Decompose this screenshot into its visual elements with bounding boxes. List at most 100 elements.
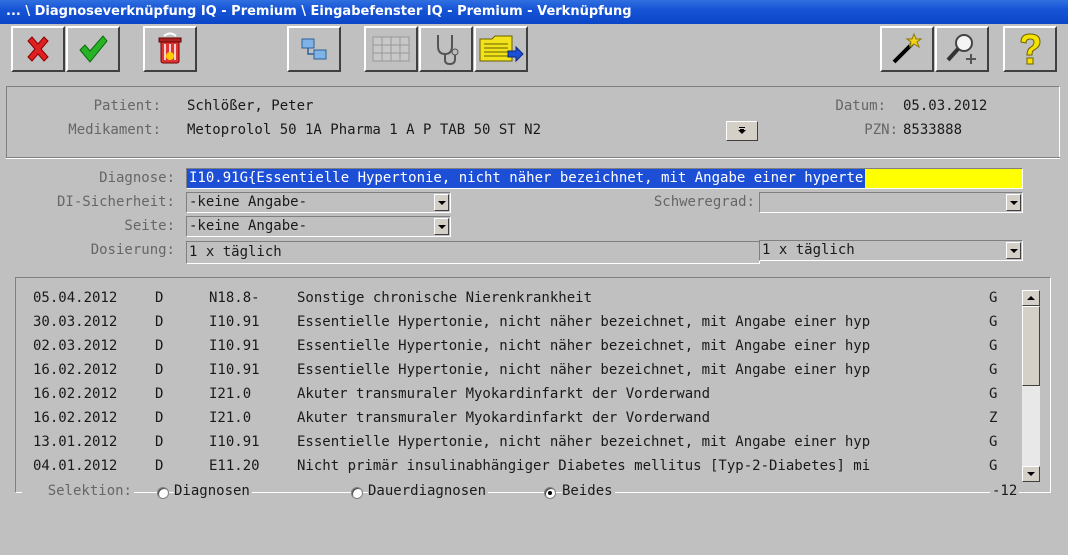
patient-label: Patient: bbox=[93, 98, 161, 114]
row-type: D bbox=[155, 362, 164, 378]
schweregrad-label: Schweregrad: bbox=[653, 194, 755, 210]
pzn-value: 8533888 bbox=[903, 122, 963, 138]
row-type: D bbox=[155, 290, 164, 306]
seite-label: Seite: bbox=[124, 218, 175, 234]
link-button[interactable] bbox=[287, 26, 341, 72]
diagnose-text: I10.91G{Essentielle Hypertonie, nicht nä… bbox=[187, 169, 866, 188]
chevron-down-icon bbox=[437, 200, 446, 205]
seite-dropdown-button[interactable] bbox=[434, 218, 449, 235]
folder-arrow-icon bbox=[479, 35, 524, 63]
row-code: I10.91 bbox=[209, 338, 260, 354]
delete-button[interactable] bbox=[143, 26, 197, 72]
row-type: D bbox=[155, 338, 164, 354]
row-date: 13.01.2012 bbox=[33, 434, 118, 450]
row-flag: G bbox=[989, 458, 998, 474]
row-text: Essentielle Hypertonie, nicht näher beze… bbox=[297, 314, 871, 330]
row-text: Sonstige chronische Nierenkrankheit bbox=[297, 290, 593, 306]
dosierung-select[interactable]: 1 x täglich bbox=[759, 240, 1023, 261]
row-code: I10.91 bbox=[209, 434, 260, 450]
stethoscope-icon bbox=[437, 35, 459, 66]
radio-diagnosen[interactable] bbox=[157, 487, 169, 499]
scroll-down-button[interactable] bbox=[1022, 466, 1040, 482]
seite-value: -keine Angabe- bbox=[189, 218, 308, 234]
row-text: Nicht primär insulinabhängiger Diabetes … bbox=[297, 458, 871, 474]
window-title: ... \ Diagnoseverknüpfung IQ - Premium \… bbox=[0, 0, 1068, 24]
di-sicherheit-label: DI-Sicherheit: bbox=[56, 194, 175, 210]
radio-dauerdiagnosen-label[interactable]: Dauerdiagnosen bbox=[368, 483, 489, 499]
chevron-down-icon bbox=[1009, 200, 1018, 205]
help-button[interactable] bbox=[1003, 26, 1057, 72]
magnifier-plus-icon bbox=[946, 34, 976, 64]
green-check-icon bbox=[79, 35, 108, 63]
list-count: -12 bbox=[990, 483, 1020, 499]
row-flag: Z bbox=[989, 410, 998, 426]
row-flag: G bbox=[989, 290, 998, 306]
row-text: Essentielle Hypertonie, nicht näher beze… bbox=[297, 362, 871, 378]
di-sicherheit-dropdown-button[interactable] bbox=[434, 194, 449, 211]
row-code: I10.91 bbox=[209, 362, 260, 378]
radio-dauerdiagnosen[interactable] bbox=[351, 487, 363, 499]
cancel-button[interactable] bbox=[11, 26, 65, 72]
row-flag: G bbox=[989, 338, 998, 354]
row-flag: G bbox=[989, 386, 998, 402]
medikament-value: Metoprolol 50 1A Pharma 1 A P TAB 50 ST … bbox=[187, 122, 542, 138]
row-date: 02.03.2012 bbox=[33, 338, 118, 354]
row-text: Akuter transmuraler Myokardinfarkt der V… bbox=[297, 386, 711, 402]
row-type: D bbox=[155, 434, 164, 450]
di-sicherheit-value: -keine Angabe- bbox=[189, 194, 308, 210]
diagnose-input[interactable]: I10.91G{Essentielle Hypertonie, nicht nä… bbox=[186, 168, 1023, 189]
radio-beides[interactable] bbox=[544, 487, 556, 499]
row-text: Akuter transmuraler Myokardinfarkt der V… bbox=[297, 410, 711, 426]
radio-diagnosen-label[interactable]: Diagnosen bbox=[174, 483, 252, 499]
datum-label: Datum: bbox=[835, 98, 886, 114]
seite-select[interactable]: -keine Angabe- bbox=[186, 216, 451, 237]
row-date: 04.01.2012 bbox=[33, 458, 118, 474]
dosierung-label: Dosierung: bbox=[90, 242, 175, 258]
datum-value: 05.03.2012 bbox=[903, 98, 988, 114]
grid-button[interactable] bbox=[364, 26, 418, 72]
magic-wand-icon bbox=[892, 32, 923, 64]
stethoscope-button[interactable] bbox=[419, 26, 473, 72]
row-date: 16.02.2012 bbox=[33, 410, 118, 426]
patient-value: Schlößer, Peter bbox=[187, 98, 314, 114]
row-date: 16.02.2012 bbox=[33, 386, 118, 402]
row-type: D bbox=[155, 314, 164, 330]
dosierung-value: 1 x täglich bbox=[189, 244, 282, 260]
schweregrad-select[interactable] bbox=[759, 192, 1023, 213]
row-date: 16.02.2012 bbox=[33, 362, 118, 378]
row-code: I21.0 bbox=[209, 386, 252, 402]
schweregrad-dropdown-button[interactable] bbox=[1006, 194, 1021, 211]
scroll-thumb[interactable] bbox=[1022, 306, 1040, 386]
chevron-down-icon bbox=[437, 224, 446, 229]
row-code: E11.20 bbox=[209, 458, 260, 474]
radio-beides-label[interactable]: Beides bbox=[562, 483, 615, 499]
folder-forward-button[interactable] bbox=[474, 26, 528, 72]
row-type: D bbox=[155, 410, 164, 426]
dosierung-dropdown-button[interactable] bbox=[1006, 242, 1021, 259]
row-flag: G bbox=[989, 314, 998, 330]
selektion-label: Selektion: bbox=[22, 483, 134, 499]
pzn-label: PZN: bbox=[864, 122, 898, 138]
diagnose-label: Diagnose: bbox=[99, 170, 175, 186]
row-flag: G bbox=[989, 362, 998, 378]
toolbar bbox=[0, 24, 1068, 74]
trash-bin-icon bbox=[158, 32, 182, 64]
row-text: Essentielle Hypertonie, nicht näher beze… bbox=[297, 434, 871, 450]
medikament-download-button[interactable] bbox=[726, 121, 758, 141]
network-link-icon bbox=[301, 38, 327, 60]
scroll-up-button[interactable] bbox=[1022, 290, 1040, 306]
list-scrollbar[interactable] bbox=[1022, 290, 1040, 482]
search-button[interactable] bbox=[935, 26, 989, 72]
dosierung-input[interactable]: 1 x täglich bbox=[186, 241, 760, 264]
row-type: D bbox=[155, 458, 164, 474]
wizard-button[interactable] bbox=[880, 26, 934, 72]
row-type: D bbox=[155, 386, 164, 402]
row-flag: G bbox=[989, 434, 998, 450]
download-arrow-icon bbox=[738, 127, 746, 134]
di-sicherheit-select[interactable]: -keine Angabe- bbox=[186, 192, 451, 213]
chevron-up-icon bbox=[1027, 296, 1035, 300]
confirm-button[interactable] bbox=[66, 26, 120, 72]
row-code: I21.0 bbox=[209, 410, 252, 426]
chevron-down-icon bbox=[1027, 472, 1035, 476]
medikament-label: Medikament: bbox=[68, 122, 161, 138]
